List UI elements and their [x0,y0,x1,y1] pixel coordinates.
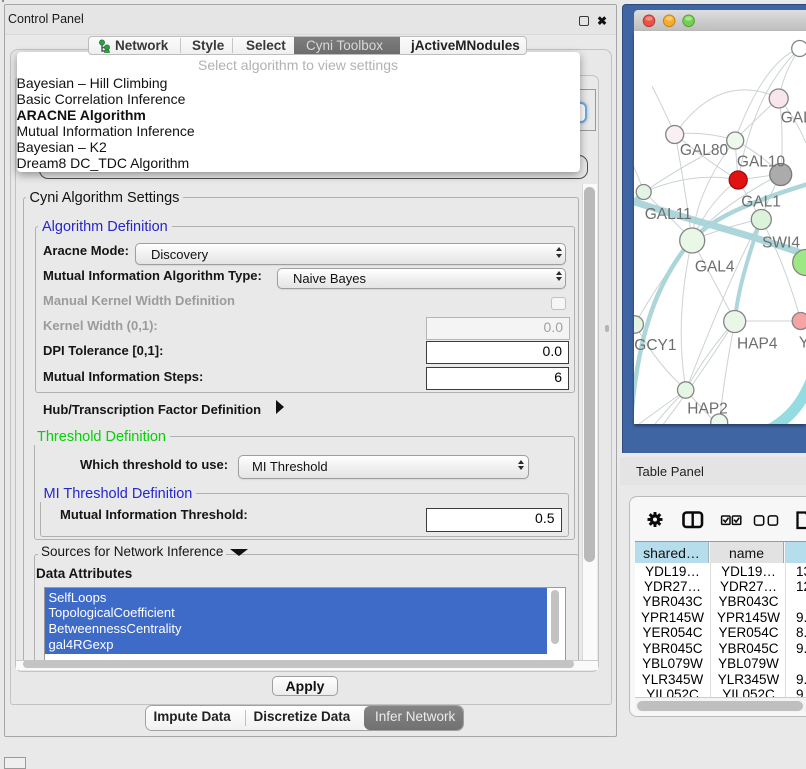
svg-text:GAL4: GAL4 [695,259,735,276]
svg-text:GAL7: GAL7 [781,110,806,127]
svg-text:GAL11: GAL11 [645,206,692,223]
svg-text:GAL10: GAL10 [737,154,786,171]
svg-text:GCY1: GCY1 [634,337,676,354]
svg-text:SWI4: SWI4 [762,235,800,252]
svg-text:HAP2: HAP2 [687,401,728,418]
svg-text:GAL80: GAL80 [680,142,729,159]
svg-text:HAP4: HAP4 [737,336,778,353]
svg-text:YJ: YJ [799,335,806,352]
svg-text:GAL1: GAL1 [741,194,781,211]
